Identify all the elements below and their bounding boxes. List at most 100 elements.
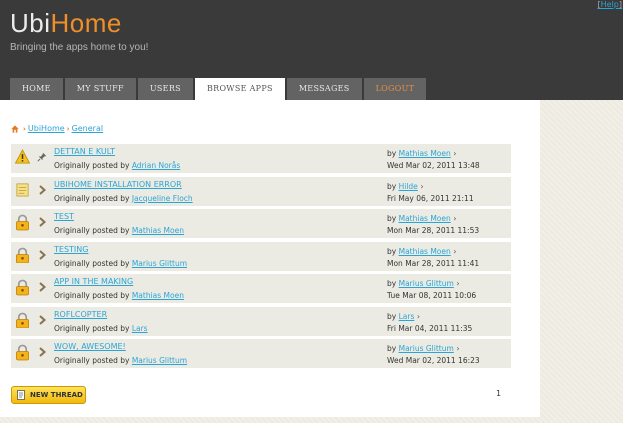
thread-last-poster-link[interactable]: Mathias Moen bbox=[399, 247, 451, 256]
thread-title-link[interactable]: DETTAN E KULT bbox=[54, 147, 115, 156]
thread-title-link[interactable]: TESTING bbox=[54, 245, 88, 254]
thread-author-link[interactable]: Adrian Norås bbox=[132, 161, 180, 170]
thread-row[interactable]: WOW, AWESOME! Originally posted by Marius… bbox=[11, 339, 511, 368]
lock-icon bbox=[15, 214, 30, 231]
new-thread-label[interactable]: NEW THREAD bbox=[30, 391, 83, 399]
thread-row[interactable]: DETTAN E KULT Originally posted by Adrian… bbox=[11, 144, 511, 173]
tab-browse-apps[interactable]: BROWSE APPS bbox=[194, 78, 285, 100]
thread-by-label: by bbox=[387, 246, 397, 256]
breadcrumb-separator-icon: › bbox=[66, 124, 70, 133]
chevron-right-icon[interactable]: › bbox=[451, 149, 456, 158]
pin-icon bbox=[37, 152, 47, 162]
thread-last-post-date: Tue Mar 08, 2011 10:06 bbox=[387, 291, 477, 300]
lock-icon bbox=[15, 312, 30, 329]
thread-original-poster: Originally posted by Marius Glittum bbox=[54, 259, 187, 268]
thread-author-link[interactable]: Mathias Moen bbox=[132, 226, 184, 235]
thread-last-poster-link[interactable]: Mathias Moen bbox=[399, 214, 451, 223]
main-nav: HOME MY STUFF USERS BROWSE APPS MESSAGES… bbox=[10, 78, 428, 100]
arrow-right-icon bbox=[37, 314, 47, 325]
home-icon[interactable] bbox=[11, 124, 19, 133]
thread-last-poster: by Mathias Moen › bbox=[387, 214, 457, 223]
thread-original-poster: Originally posted by Mathias Moen bbox=[54, 226, 184, 235]
chevron-right-icon[interactable]: › bbox=[451, 214, 456, 223]
help-link[interactable]: [Help] bbox=[597, 0, 622, 9]
thread-last-post-date: Fri May 06, 2011 21:11 bbox=[387, 193, 474, 203]
thread-last-poster: by Marius Glittum › bbox=[387, 344, 460, 353]
main-content: › UbiHome › General DETTAN E KULT Origina… bbox=[0, 100, 540, 417]
note-icon bbox=[15, 182, 30, 199]
logo-ubi[interactable]: Ubi bbox=[10, 8, 51, 38]
lock-icon bbox=[15, 247, 30, 264]
thread-title-link[interactable]: WOW, AWESOME! bbox=[54, 342, 126, 351]
thread-original-poster: Originally posted by Marius Glittum bbox=[54, 356, 187, 365]
thread-last-poster: by Hilde › bbox=[387, 182, 424, 191]
thread-poster-prefix: Originally posted by bbox=[54, 291, 130, 300]
thread-poster-prefix: Originally posted by bbox=[54, 193, 130, 203]
thread-row[interactable]: UBIHOME INSTALLATION ERROR Originally pos… bbox=[11, 176, 511, 206]
thread-original-poster: Originally posted by Lars bbox=[54, 324, 148, 333]
thread-by-label: by bbox=[387, 279, 397, 288]
breadcrumb-link-ubihome[interactable]: UbiHome bbox=[28, 124, 65, 133]
thread-last-poster: by Lars › bbox=[387, 312, 420, 321]
thread-author-link[interactable]: Mathias Moen bbox=[132, 291, 184, 300]
thread-poster-prefix: Originally posted by bbox=[54, 258, 130, 268]
thread-last-post-date: Fri Mar 04, 2011 11:35 bbox=[387, 323, 473, 333]
thread-by-label: by bbox=[387, 181, 397, 191]
thread-row[interactable]: ROFLCOPTER Originally posted by Lars by La… bbox=[11, 306, 511, 336]
arrow-right-icon bbox=[37, 184, 47, 195]
thread-title-link[interactable]: APP IN THE MAKING bbox=[54, 277, 133, 286]
chevron-right-icon[interactable]: › bbox=[414, 312, 420, 321]
arrow-right-icon bbox=[37, 282, 47, 292]
chevron-right-icon[interactable]: › bbox=[418, 182, 423, 191]
thread-title-link[interactable]: TEST bbox=[54, 212, 74, 221]
lock-icon bbox=[15, 279, 30, 296]
thread-last-poster-link[interactable]: Lars bbox=[399, 312, 415, 321]
thread-last-post-date: Wed Mar 02, 2011 13:48 bbox=[387, 161, 480, 170]
thread-author-link[interactable]: Lars bbox=[132, 324, 148, 333]
breadcrumb-link-general[interactable]: General bbox=[72, 124, 104, 133]
thread-title-link[interactable]: UBIHOME INSTALLATION ERROR bbox=[54, 180, 182, 189]
site-logo[interactable]: UbiHome bbox=[10, 8, 122, 39]
arrow-right-icon bbox=[37, 217, 47, 227]
arrow-right-icon bbox=[37, 249, 47, 260]
breadcrumb-separator-icon: › bbox=[23, 124, 26, 133]
lock-icon bbox=[15, 344, 30, 361]
chevron-right-icon[interactable]: › bbox=[451, 247, 456, 256]
tab-my-stuff[interactable]: MY STUFF bbox=[64, 78, 136, 100]
thread-poster-prefix: Originally posted by bbox=[54, 161, 130, 170]
warning-icon bbox=[14, 149, 31, 166]
thread-last-poster-link[interactable]: Hilde bbox=[399, 182, 418, 191]
pagination-current-page[interactable]: 1 bbox=[496, 389, 501, 398]
thread-last-poster: by Marius Glittum › bbox=[387, 279, 460, 288]
thread-last-poster-link[interactable]: Mathias Moen bbox=[399, 149, 451, 158]
thread-last-post-date: Mon Mar 28, 2011 11:41 bbox=[387, 258, 480, 268]
thread-last-poster-link[interactable]: Marius Glittum bbox=[399, 279, 454, 288]
new-thread-button[interactable]: NEW THREAD bbox=[11, 386, 86, 404]
chevron-right-icon[interactable]: › bbox=[454, 344, 459, 353]
tab-home[interactable]: HOME bbox=[10, 78, 63, 100]
logo-home[interactable]: Home bbox=[51, 8, 122, 38]
chevron-right-icon[interactable]: › bbox=[454, 279, 459, 288]
thread-author-link[interactable]: Jacqueline Floch bbox=[132, 194, 193, 203]
thread-author-link[interactable]: Marius Glittum bbox=[132, 356, 187, 365]
site-tagline: Bringing the apps home to you! bbox=[10, 42, 149, 53]
thread-list: DETTAN E KULT Originally posted by Adrian… bbox=[11, 144, 511, 372]
tab-users[interactable]: USERS bbox=[137, 78, 193, 100]
help-link-label[interactable]: Help bbox=[601, 0, 619, 9]
thread-author-link[interactable]: Marius Glittum bbox=[132, 259, 187, 268]
tab-logout[interactable]: LOGOUT bbox=[363, 78, 427, 100]
thread-row[interactable]: APP IN THE MAKING Originally posted by Ma… bbox=[11, 274, 511, 303]
thread-row[interactable]: TEST Originally posted by Mathias Moen by … bbox=[11, 209, 511, 238]
new-thread-icon bbox=[17, 390, 25, 400]
thread-last-poster-link[interactable]: Marius Glittum bbox=[399, 344, 454, 353]
site-header: [Help] UbiHome Bringing the apps home to… bbox=[0, 0, 623, 100]
thread-row[interactable]: TESTING Originally posted by Marius Glitt… bbox=[11, 241, 511, 271]
tab-messages[interactable]: MESSAGES bbox=[286, 78, 362, 100]
arrow-right-icon bbox=[37, 347, 47, 357]
thread-poster-prefix: Originally posted by bbox=[54, 356, 130, 365]
thread-poster-prefix: Originally posted by bbox=[54, 323, 130, 333]
thread-by-label: by bbox=[387, 149, 397, 158]
thread-title-link[interactable]: ROFLCOPTER bbox=[54, 310, 107, 319]
thread-by-label: by bbox=[387, 214, 397, 223]
thread-original-poster: Originally posted by Jacqueline Floch bbox=[54, 194, 193, 203]
